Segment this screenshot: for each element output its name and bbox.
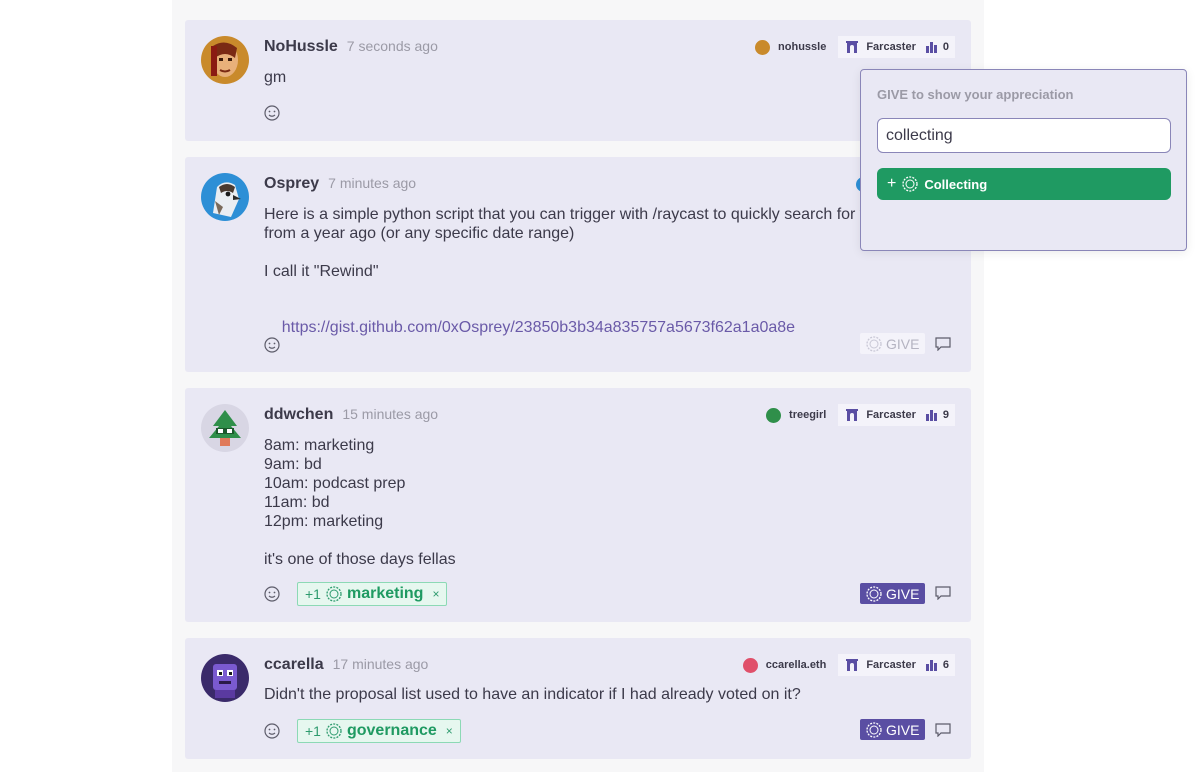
post-card: ccarella 17 minutes ago ccarella.eth Far… [185, 638, 971, 759]
tag-count: +1 [305, 586, 321, 602]
network-chip[interactable]: Farcaster 6 [838, 654, 955, 676]
tag-chip[interactable]: +1 marketing × [297, 582, 448, 606]
comment-icon[interactable] [935, 586, 951, 600]
handle-label: nohussle [778, 41, 827, 53]
comment-icon[interactable] [935, 337, 951, 351]
post-body: 8am: marketing 9am: bd 10am: podcast pre… [264, 437, 456, 568]
author-name[interactable]: Osprey [264, 175, 319, 193]
author-name[interactable]: ddwchen [264, 406, 333, 424]
give-search-input[interactable] [877, 118, 1171, 153]
coin-icon [866, 335, 882, 352]
avatar[interactable] [201, 654, 249, 702]
stats-icon [925, 41, 937, 53]
post-time[interactable]: 15 minutes ago [342, 406, 438, 422]
emoji-react-icon[interactable] [264, 105, 280, 121]
avatar[interactable] [201, 404, 249, 452]
mini-avatar [742, 657, 758, 673]
handle[interactable]: treegirl [766, 407, 827, 423]
comment-icon[interactable] [935, 723, 951, 737]
post-card: Osprey 7 minutes ago osprey Here is a si… [185, 157, 971, 372]
tag-remove-icon[interactable]: × [432, 587, 439, 601]
network-chip[interactable]: Farcaster 0 [838, 36, 955, 58]
tag-count: +1 [305, 723, 321, 739]
handle[interactable]: ccarella.eth [742, 657, 827, 673]
mini-avatar [766, 407, 782, 423]
plus-icon: + [887, 175, 897, 192]
coin-icon [866, 721, 882, 738]
stat-count: 9 [942, 409, 949, 421]
handle[interactable]: nohussle [755, 39, 827, 55]
emoji-react-icon[interactable] [264, 723, 280, 739]
author-name[interactable]: ccarella [264, 656, 324, 674]
farcaster-icon [846, 409, 859, 421]
post-time[interactable]: 7 minutes ago [328, 175, 416, 191]
option-label: Collecting [924, 176, 988, 192]
tag-name: marketing [346, 585, 424, 602]
tag-name: governance [346, 722, 437, 739]
post-meta: treegirl Farcaster 9 [766, 404, 955, 426]
coin-icon [866, 585, 882, 602]
give-button[interactable]: GIVE [860, 333, 926, 354]
handle-label: ccarella.eth [765, 659, 827, 671]
stats-icon [925, 409, 937, 421]
give-popup: GIVE to show your appreciation + Collect… [860, 69, 1187, 251]
left-gutter [0, 0, 172, 772]
post-meta: ccarella.eth Farcaster 6 [742, 654, 955, 676]
post-time[interactable]: 7 seconds ago [347, 38, 438, 54]
give-option-collecting[interactable]: + Collecting [877, 168, 1171, 200]
give-label: GIVE [886, 335, 920, 352]
network-chip[interactable]: Farcaster 9 [838, 404, 955, 426]
post-header: NoHussle 7 seconds ago [264, 38, 438, 56]
network-label: Farcaster [866, 41, 916, 53]
give-button[interactable]: GIVE [860, 719, 926, 740]
emoji-react-icon[interactable] [264, 586, 280, 602]
stat-count: 6 [942, 659, 949, 671]
post-card: NoHussle 7 seconds ago nohussle Farcaste… [185, 20, 971, 141]
post-header: ccarella 17 minutes ago [264, 656, 428, 674]
avatar[interactable] [201, 173, 249, 221]
post-body: gm [264, 69, 287, 86]
post-body: Didn't the proposal list used to have an… [264, 686, 801, 703]
post-time[interactable]: 17 minutes ago [333, 656, 429, 672]
network-label: Farcaster [866, 409, 916, 421]
handle-label: treegirl [789, 409, 827, 421]
tag-remove-icon[interactable]: × [446, 724, 453, 738]
mini-avatar [755, 39, 771, 55]
coin-icon [902, 176, 918, 192]
author-name[interactable]: NoHussle [264, 38, 338, 56]
post-card: ddwchen 15 minutes ago treegirl Farcaste… [185, 388, 971, 622]
give-label: GIVE [886, 721, 920, 738]
post-header: Osprey 7 minutes ago [264, 175, 416, 193]
post-link[interactable]: https://gist.github.com/0xOsprey/23850b3… [282, 319, 795, 336]
popup-title: GIVE to show your appreciation [877, 87, 1074, 102]
give-label: GIVE [886, 585, 920, 602]
coin-icon [326, 586, 342, 602]
farcaster-icon [846, 41, 859, 53]
stats-icon [925, 659, 937, 671]
coin-icon [326, 723, 342, 739]
give-button[interactable]: GIVE [860, 583, 926, 604]
network-label: Farcaster [866, 659, 916, 671]
farcaster-icon [846, 659, 859, 671]
post-link-wrap: https://gist.github.com/0xOsprey/23850b3… [264, 299, 904, 356]
avatar[interactable] [201, 36, 249, 84]
post-header: ddwchen 15 minutes ago [264, 406, 438, 424]
stat-count: 0 [942, 41, 949, 53]
tag-chip[interactable]: +1 governance × [297, 719, 461, 743]
post-meta: nohussle Farcaster 0 [755, 36, 955, 58]
emoji-react-icon[interactable] [264, 337, 280, 353]
post-body: Here is a simple python script that you … [264, 206, 877, 280]
